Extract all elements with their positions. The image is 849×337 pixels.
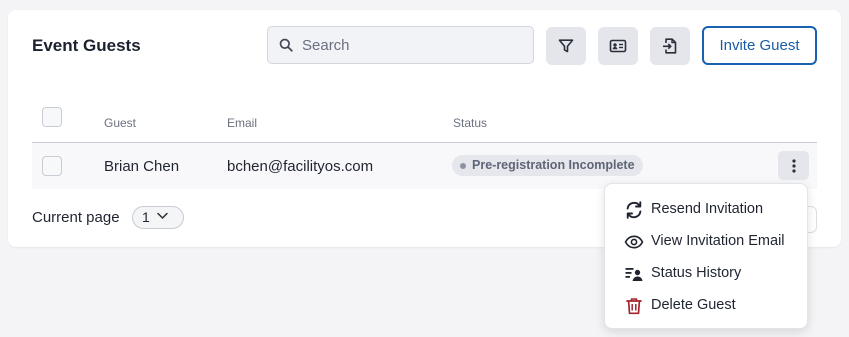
- column-header-status[interactable]: Status: [453, 116, 487, 130]
- row-actions-button[interactable]: [778, 151, 809, 180]
- trash-icon: [626, 298, 642, 315]
- guest-email-cell: bchen@facilityos.com: [227, 158, 374, 175]
- page-select-value: 1: [142, 209, 150, 225]
- menu-item-resend-invitation[interactable]: Resend Invitation: [605, 195, 809, 223]
- menu-item-status-history[interactable]: Status History: [605, 259, 809, 287]
- status-badge: Pre-registration Incomplete: [452, 155, 643, 176]
- row-actions-menu: Resend Invitation View Invitation Email …: [604, 183, 808, 329]
- refresh-icon: [626, 201, 642, 219]
- menu-item-label: View Invitation Email: [651, 233, 785, 249]
- menu-item-view-invitation-email[interactable]: View Invitation Email: [605, 227, 809, 255]
- id-card-icon: [609, 39, 627, 53]
- column-header-guest[interactable]: Guest: [104, 116, 136, 130]
- guest-name-cell: Brian Chen: [104, 158, 180, 175]
- page-select[interactable]: 1: [132, 206, 184, 229]
- eye-icon: [624, 235, 644, 249]
- status-badge-label: Pre-registration Incomplete: [472, 158, 635, 172]
- export-button[interactable]: [650, 27, 690, 65]
- row-checkbox[interactable]: [42, 156, 62, 176]
- menu-item-delete-guest[interactable]: Delete Guest: [605, 291, 809, 319]
- search-box[interactable]: [267, 26, 534, 64]
- current-page-label: Current page: [32, 209, 120, 226]
- status-history-icon: [625, 268, 643, 281]
- page-title: Event Guests: [32, 36, 141, 55]
- filter-icon: [558, 39, 574, 53]
- filter-button[interactable]: [546, 27, 586, 65]
- column-header-email[interactable]: Email: [227, 116, 257, 130]
- menu-item-label: Status History: [651, 265, 742, 281]
- contact-card-button[interactable]: [598, 27, 638, 65]
- more-vertical-icon: [791, 158, 796, 173]
- search-icon: [279, 38, 293, 57]
- menu-item-label: Resend Invitation: [651, 201, 764, 217]
- menu-item-label: Delete Guest: [651, 297, 736, 313]
- chevron-down-icon: [157, 212, 168, 220]
- invite-guest-button[interactable]: Invite Guest: [702, 26, 817, 65]
- file-export-icon: [663, 38, 677, 54]
- select-all-checkbox[interactable]: [42, 107, 62, 127]
- search-input[interactable]: [302, 35, 522, 55]
- status-dot-icon: [460, 163, 466, 169]
